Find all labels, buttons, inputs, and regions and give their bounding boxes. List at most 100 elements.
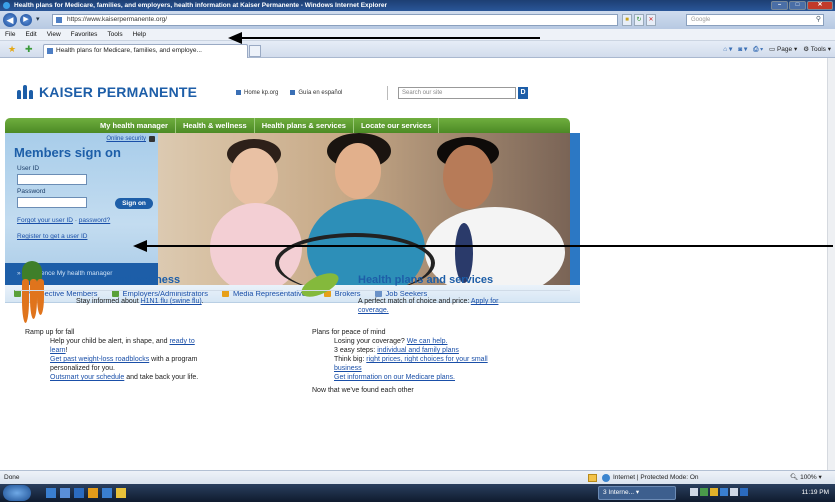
forgot-password-link[interactable]: password? — [79, 217, 110, 224]
health-plans-intro: A perfect match of choice and price: App… — [358, 297, 568, 315]
menu-file[interactable]: File — [5, 29, 15, 40]
small-business-link-cont[interactable]: business — [334, 365, 362, 372]
pea-pod-image — [298, 268, 342, 302]
zoom-level[interactable]: 🔍︎ 100% ▾ — [790, 471, 822, 485]
taskbar-ie-task[interactable]: 3 Interne... ▾ — [598, 486, 676, 500]
tray-icon[interactable] — [720, 488, 728, 496]
status-warning-icon[interactable] — [588, 474, 597, 482]
new-tab-button[interactable] — [249, 45, 261, 57]
tab-active[interactable]: Health plans for Medicare, families, and… — [43, 44, 248, 58]
tray-icon[interactable] — [690, 488, 698, 496]
address-icons: ■ ↻ ✕ — [622, 14, 656, 26]
print-icon[interactable]: ⎙ ▾ — [753, 44, 763, 55]
page-menu[interactable]: ▭ Page ▾ — [769, 44, 797, 55]
hp-line-3b: business — [312, 364, 572, 373]
nav-health-plans[interactable]: Health plans & services — [255, 118, 354, 133]
status-bar: Done Internet | Protected Mode: On 🔍︎ 10… — [0, 470, 835, 484]
hw-intro-text: Stay informed about — [76, 298, 141, 305]
ready-to-learn-link-cont[interactable]: learn — [50, 347, 66, 354]
menu-tools[interactable]: Tools — [107, 29, 122, 40]
tools-menu[interactable]: ⚙ Tools ▾ — [803, 44, 831, 55]
health-plans-title[interactable]: Health plans and services — [358, 275, 493, 286]
health-plans-title-wrap: Health plans and services — [358, 275, 493, 286]
hw-line-2-text: with a program — [149, 356, 198, 363]
menu-help[interactable]: Help — [133, 29, 146, 40]
recent-pages-icon[interactable]: ▾ — [36, 15, 40, 23]
apply-coverage-link-cont[interactable]: coverage. — [358, 307, 389, 314]
zoom-icon: 🔍︎ — [790, 474, 799, 481]
quick-launch-icon[interactable] — [60, 488, 70, 498]
we-can-help-link[interactable]: We can help. — [407, 338, 448, 345]
ready-to-learn-link[interactable]: ready to — [169, 338, 194, 345]
address-field[interactable]: https://www.kaiserpermanente.org/ — [52, 14, 618, 26]
quick-launch-icon[interactable] — [74, 488, 84, 498]
small-business-link[interactable]: right prices, right choices for your sma… — [366, 356, 487, 363]
favorites-star-icon[interactable]: ★ — [8, 44, 16, 55]
tray-icon[interactable] — [730, 488, 738, 496]
user-id-field[interactable] — [17, 174, 87, 185]
window-titlebar: Health plans for Medicare, families, and… — [0, 0, 835, 11]
vertical-scrollbar[interactable] — [827, 58, 835, 470]
nav-health-wellness[interactable]: Health & wellness — [176, 118, 255, 133]
espanol-link[interactable]: Guía en español — [290, 90, 342, 96]
zoom-label: 100% — [800, 474, 817, 481]
online-security-link[interactable]: Online security — [106, 136, 146, 142]
medicare-plans-link[interactable]: Get information on our Medicare plans. — [334, 374, 455, 381]
start-button[interactable] — [3, 485, 31, 501]
outsmart-schedule-link[interactable]: Outsmart your schedule — [50, 374, 124, 381]
back-button[interactable]: ◀ — [3, 13, 17, 27]
security-zone[interactable]: Internet | Protected Mode: On — [602, 471, 699, 485]
forward-button[interactable]: ▶ — [20, 14, 32, 26]
site-search-placeholder: Search our site — [402, 90, 443, 96]
stop-icon[interactable]: ✕ — [646, 14, 656, 26]
health-wellness-title[interactable]: Health and wellness — [75, 275, 180, 286]
add-favorites-icon[interactable]: ✚ — [25, 44, 33, 55]
password-field[interactable] — [17, 197, 87, 208]
h1n1-link[interactable]: H1N1 flu (swine flu) — [141, 298, 202, 305]
sign-on-button[interactable]: Sign on — [115, 198, 153, 209]
taskbar: 3 Interne... ▾ 11:19 PM — [0, 484, 835, 502]
site-search-button[interactable]: D — [518, 87, 528, 99]
menu-edit[interactable]: Edit — [25, 29, 36, 40]
menu-favorites[interactable]: Favorites — [71, 29, 98, 40]
kp-logo-mark — [17, 85, 34, 99]
hp-line-2-text: 3 easy steps: — [334, 347, 378, 354]
minimize-button[interactable]: – — [771, 1, 788, 10]
weight-loss-link[interactable]: Get past weight-loss roadblocks — [50, 356, 149, 363]
page-menu-label: Page — [776, 46, 793, 53]
tray-icon[interactable] — [740, 488, 748, 496]
home-icon[interactable]: ⌂ ▾ — [723, 44, 732, 55]
refresh-icon[interactable]: ↻ — [634, 14, 644, 26]
hw-line-4-text: and take back your life. — [124, 374, 199, 381]
forgot-user-id-link[interactable]: Forgot your user ID — [17, 217, 73, 224]
nav-locate-services[interactable]: Locate our services — [354, 118, 440, 133]
apply-coverage-link[interactable]: Apply for — [471, 298, 499, 305]
search-icon[interactable]: ⚲ — [816, 15, 821, 25]
tray-icon[interactable] — [710, 488, 718, 496]
quick-launch-icon[interactable] — [46, 488, 56, 498]
kp-logo[interactable]: KAISER PERMANENTE — [17, 84, 197, 100]
command-bar: ⌂ ▾ ◙ ▾ ⎙ ▾ ▭ Page ▾ ⚙ Tools ▾ — [723, 44, 831, 55]
home-kp-link[interactable]: Home kp.org — [236, 90, 278, 96]
search-placeholder: Google — [691, 17, 711, 23]
maximize-button[interactable]: □ — [789, 1, 806, 10]
register-link[interactable]: Register to get a user ID — [17, 233, 87, 240]
feeds-icon[interactable]: ◙ ▾ — [738, 44, 747, 55]
quick-launch-icon[interactable] — [88, 488, 98, 498]
nav-my-health-manager[interactable]: My health manager — [93, 118, 176, 133]
ramp-up-heading: Ramp up for fall — [25, 329, 75, 336]
site-search-input[interactable]: Search our site — [398, 87, 516, 99]
lock-icon — [149, 136, 155, 142]
lock-icon[interactable]: ■ — [622, 14, 632, 26]
health-wellness-intro: Stay informed about H1N1 flu (swine flu)… — [76, 297, 286, 306]
menu-view[interactable]: View — [47, 29, 61, 40]
user-id-label: User ID — [17, 165, 40, 172]
tray-icon[interactable] — [700, 488, 708, 496]
close-button[interactable]: ✕ — [807, 1, 833, 10]
individual-family-link[interactable]: individual and family plans — [377, 347, 459, 354]
veg-carrot — [30, 279, 37, 319]
quick-launch-icon[interactable] — [116, 488, 126, 498]
quick-launch-icon[interactable] — [102, 488, 112, 498]
search-input[interactable]: Google ⚲ — [686, 14, 824, 26]
taskbar-clock[interactable]: 11:19 PM — [802, 484, 829, 502]
